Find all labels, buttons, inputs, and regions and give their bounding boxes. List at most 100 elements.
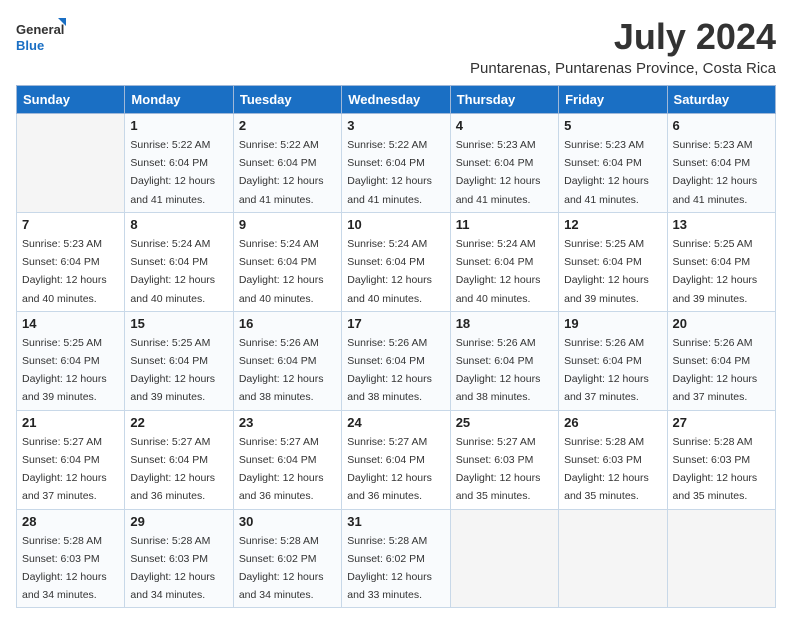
calendar-cell: 21 Sunrise: 5:27 AMSunset: 6:04 PMDaylig… [17, 410, 125, 509]
weekday-header-saturday: Saturday [667, 86, 775, 114]
calendar-cell: 10 Sunrise: 5:24 AMSunset: 6:04 PMDaylig… [342, 212, 450, 311]
calendar-cell: 26 Sunrise: 5:28 AMSunset: 6:03 PMDaylig… [559, 410, 667, 509]
day-number: 2 [239, 118, 336, 133]
day-info: Sunrise: 5:26 AMSunset: 6:04 PMDaylight:… [347, 337, 432, 404]
day-number: 21 [22, 415, 119, 430]
day-info: Sunrise: 5:25 AMSunset: 6:04 PMDaylight:… [564, 238, 649, 305]
calendar-cell: 16 Sunrise: 5:26 AMSunset: 6:04 PMDaylig… [233, 311, 341, 410]
day-number: 12 [564, 217, 661, 232]
day-info: Sunrise: 5:23 AMSunset: 6:04 PMDaylight:… [564, 139, 649, 206]
day-number: 14 [22, 316, 119, 331]
day-number: 26 [564, 415, 661, 430]
day-number: 20 [673, 316, 770, 331]
day-number: 3 [347, 118, 444, 133]
day-number: 24 [347, 415, 444, 430]
day-info: Sunrise: 5:23 AMSunset: 6:04 PMDaylight:… [456, 139, 541, 206]
day-number: 18 [456, 316, 553, 331]
day-number: 4 [456, 118, 553, 133]
day-number: 23 [239, 415, 336, 430]
header: General Blue July 2024 Puntarenas, Punta… [16, 16, 776, 77]
weekday-header-friday: Friday [559, 86, 667, 114]
logo: General Blue [16, 16, 66, 61]
calendar-cell: 11 Sunrise: 5:24 AMSunset: 6:04 PMDaylig… [450, 212, 558, 311]
day-info: Sunrise: 5:27 AMSunset: 6:04 PMDaylight:… [239, 436, 324, 503]
day-info: Sunrise: 5:25 AMSunset: 6:04 PMDaylight:… [22, 337, 107, 404]
month-title: July 2024 [470, 16, 776, 58]
day-info: Sunrise: 5:28 AMSunset: 6:03 PMDaylight:… [130, 535, 215, 602]
weekday-header-monday: Monday [125, 86, 233, 114]
day-info: Sunrise: 5:26 AMSunset: 6:04 PMDaylight:… [673, 337, 758, 404]
day-number: 31 [347, 514, 444, 529]
calendar-cell [450, 509, 558, 608]
calendar-cell: 12 Sunrise: 5:25 AMSunset: 6:04 PMDaylig… [559, 212, 667, 311]
day-number: 8 [130, 217, 227, 232]
day-info: Sunrise: 5:28 AMSunset: 6:03 PMDaylight:… [564, 436, 649, 503]
location-title: Puntarenas, Puntarenas Province, Costa R… [470, 60, 776, 77]
day-info: Sunrise: 5:24 AMSunset: 6:04 PMDaylight:… [347, 238, 432, 305]
day-info: Sunrise: 5:27 AMSunset: 6:04 PMDaylight:… [347, 436, 432, 503]
day-number: 25 [456, 415, 553, 430]
calendar-cell: 7 Sunrise: 5:23 AMSunset: 6:04 PMDayligh… [17, 212, 125, 311]
calendar-cell: 31 Sunrise: 5:28 AMSunset: 6:02 PMDaylig… [342, 509, 450, 608]
day-info: Sunrise: 5:25 AMSunset: 6:04 PMDaylight:… [130, 337, 215, 404]
day-info: Sunrise: 5:26 AMSunset: 6:04 PMDaylight:… [239, 337, 324, 404]
day-number: 13 [673, 217, 770, 232]
day-number: 15 [130, 316, 227, 331]
day-info: Sunrise: 5:22 AMSunset: 6:04 PMDaylight:… [347, 139, 432, 206]
calendar-cell: 30 Sunrise: 5:28 AMSunset: 6:02 PMDaylig… [233, 509, 341, 608]
weekday-header-sunday: Sunday [17, 86, 125, 114]
calendar-cell: 6 Sunrise: 5:23 AMSunset: 6:04 PMDayligh… [667, 114, 775, 213]
calendar-cell: 13 Sunrise: 5:25 AMSunset: 6:04 PMDaylig… [667, 212, 775, 311]
day-info: Sunrise: 5:26 AMSunset: 6:04 PMDaylight:… [564, 337, 649, 404]
calendar-cell: 24 Sunrise: 5:27 AMSunset: 6:04 PMDaylig… [342, 410, 450, 509]
day-info: Sunrise: 5:25 AMSunset: 6:04 PMDaylight:… [673, 238, 758, 305]
day-info: Sunrise: 5:24 AMSunset: 6:04 PMDaylight:… [130, 238, 215, 305]
day-number: 7 [22, 217, 119, 232]
calendar-cell: 4 Sunrise: 5:23 AMSunset: 6:04 PMDayligh… [450, 114, 558, 213]
calendar-cell [667, 509, 775, 608]
calendar-cell: 8 Sunrise: 5:24 AMSunset: 6:04 PMDayligh… [125, 212, 233, 311]
calendar-cell: 25 Sunrise: 5:27 AMSunset: 6:03 PMDaylig… [450, 410, 558, 509]
day-number: 19 [564, 316, 661, 331]
day-number: 22 [130, 415, 227, 430]
calendar-cell [17, 114, 125, 213]
calendar-cell: 17 Sunrise: 5:26 AMSunset: 6:04 PMDaylig… [342, 311, 450, 410]
calendar-cell: 1 Sunrise: 5:22 AMSunset: 6:04 PMDayligh… [125, 114, 233, 213]
calendar-cell: 14 Sunrise: 5:25 AMSunset: 6:04 PMDaylig… [17, 311, 125, 410]
day-number: 27 [673, 415, 770, 430]
calendar-cell: 29 Sunrise: 5:28 AMSunset: 6:03 PMDaylig… [125, 509, 233, 608]
day-info: Sunrise: 5:24 AMSunset: 6:04 PMDaylight:… [456, 238, 541, 305]
day-number: 6 [673, 118, 770, 133]
day-info: Sunrise: 5:26 AMSunset: 6:04 PMDaylight:… [456, 337, 541, 404]
day-info: Sunrise: 5:28 AMSunset: 6:02 PMDaylight:… [239, 535, 324, 602]
calendar-cell: 22 Sunrise: 5:27 AMSunset: 6:04 PMDaylig… [125, 410, 233, 509]
calendar-cell: 15 Sunrise: 5:25 AMSunset: 6:04 PMDaylig… [125, 311, 233, 410]
day-info: Sunrise: 5:22 AMSunset: 6:04 PMDaylight:… [239, 139, 324, 206]
day-info: Sunrise: 5:27 AMSunset: 6:03 PMDaylight:… [456, 436, 541, 503]
day-number: 5 [564, 118, 661, 133]
day-info: Sunrise: 5:27 AMSunset: 6:04 PMDaylight:… [130, 436, 215, 503]
logo-svg: General Blue [16, 16, 66, 61]
day-number: 11 [456, 217, 553, 232]
day-number: 17 [347, 316, 444, 331]
day-info: Sunrise: 5:23 AMSunset: 6:04 PMDaylight:… [22, 238, 107, 305]
weekday-header-thursday: Thursday [450, 86, 558, 114]
calendar-cell: 20 Sunrise: 5:26 AMSunset: 6:04 PMDaylig… [667, 311, 775, 410]
day-info: Sunrise: 5:24 AMSunset: 6:04 PMDaylight:… [239, 238, 324, 305]
day-info: Sunrise: 5:23 AMSunset: 6:04 PMDaylight:… [673, 139, 758, 206]
calendar-cell: 9 Sunrise: 5:24 AMSunset: 6:04 PMDayligh… [233, 212, 341, 311]
weekday-header-wednesday: Wednesday [342, 86, 450, 114]
calendar-cell [559, 509, 667, 608]
day-info: Sunrise: 5:28 AMSunset: 6:03 PMDaylight:… [673, 436, 758, 503]
weekday-header-tuesday: Tuesday [233, 86, 341, 114]
day-number: 16 [239, 316, 336, 331]
day-number: 1 [130, 118, 227, 133]
day-number: 9 [239, 217, 336, 232]
svg-text:Blue: Blue [16, 38, 44, 53]
day-info: Sunrise: 5:27 AMSunset: 6:04 PMDaylight:… [22, 436, 107, 503]
calendar-cell: 23 Sunrise: 5:27 AMSunset: 6:04 PMDaylig… [233, 410, 341, 509]
day-number: 29 [130, 514, 227, 529]
svg-text:General: General [16, 22, 64, 37]
calendar-cell: 27 Sunrise: 5:28 AMSunset: 6:03 PMDaylig… [667, 410, 775, 509]
calendar-cell: 5 Sunrise: 5:23 AMSunset: 6:04 PMDayligh… [559, 114, 667, 213]
